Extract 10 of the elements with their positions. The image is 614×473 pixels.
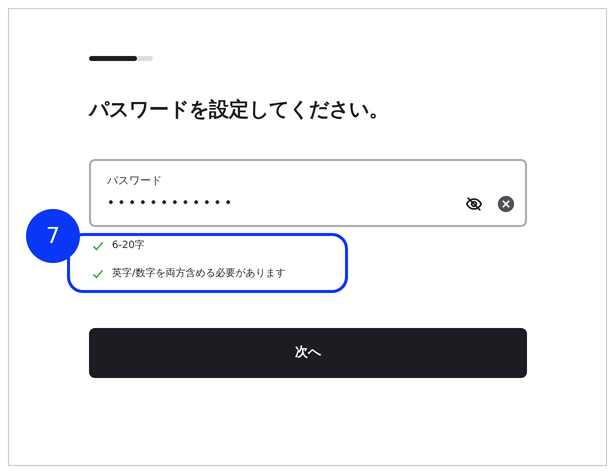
page-heading: パスワードを設定してください。 bbox=[89, 96, 389, 123]
callout-badge: 7 bbox=[26, 209, 80, 263]
field-label: パスワード bbox=[107, 174, 162, 188]
clear-icon[interactable] bbox=[497, 195, 515, 213]
next-button[interactable]: 次へ bbox=[89, 328, 527, 378]
password-value: •••••••••••• bbox=[107, 196, 236, 212]
password-field[interactable]: パスワード •••••••••••• bbox=[89, 159, 527, 227]
eye-slash-icon[interactable] bbox=[465, 195, 483, 213]
requirement-text: 英字/数字を両方含める必要があります bbox=[112, 267, 286, 281]
requirement-text: 6-20字 bbox=[112, 239, 145, 253]
